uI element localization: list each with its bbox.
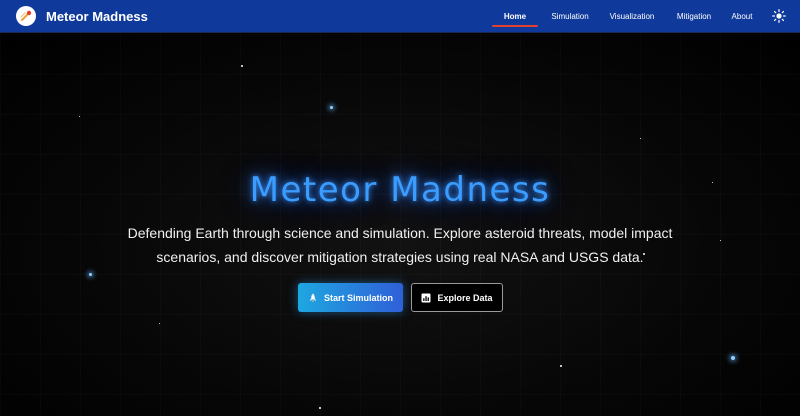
brand[interactable]: Meteor Madness [16,6,148,26]
star [79,116,80,117]
star [731,356,735,360]
nav-item-visualization[interactable]: Visualization [610,0,655,33]
star [241,65,243,67]
meteor-logo-icon [16,6,36,26]
nav-item-mitigation[interactable]: Mitigation [676,0,712,33]
rocket-icon [308,293,318,303]
star [159,323,160,324]
star [640,138,641,139]
nav-links: Home Simulation Visualization Mitigation… [492,0,754,33]
star [89,273,92,276]
star [560,365,562,367]
star [330,106,333,109]
nav-item-home[interactable]: Home [492,0,538,33]
nav-item-simulation[interactable]: Simulation [551,0,588,33]
start-simulation-label: Start Simulation [323,292,393,303]
explore-data-button[interactable]: Explore Data [411,283,503,312]
star [319,407,321,409]
start-simulation-button[interactable]: Start Simulation [298,283,403,312]
sun-icon[interactable] [772,9,786,23]
top-navbar: Meteor Madness Home Simulation Visualiza… [0,0,800,33]
brand-title: Meteor Madness [46,8,148,24]
chart-icon [421,293,431,303]
star [720,240,721,241]
hero-title: Meteor Madness [249,170,551,210]
hero-section: Meteor Madness Defending Earth through s… [0,34,800,416]
explore-data-label: Explore Data [437,292,493,303]
nav-item-about[interactable]: About [730,0,754,33]
hero-subtitle: Defending Earth through science and simu… [127,225,673,265]
